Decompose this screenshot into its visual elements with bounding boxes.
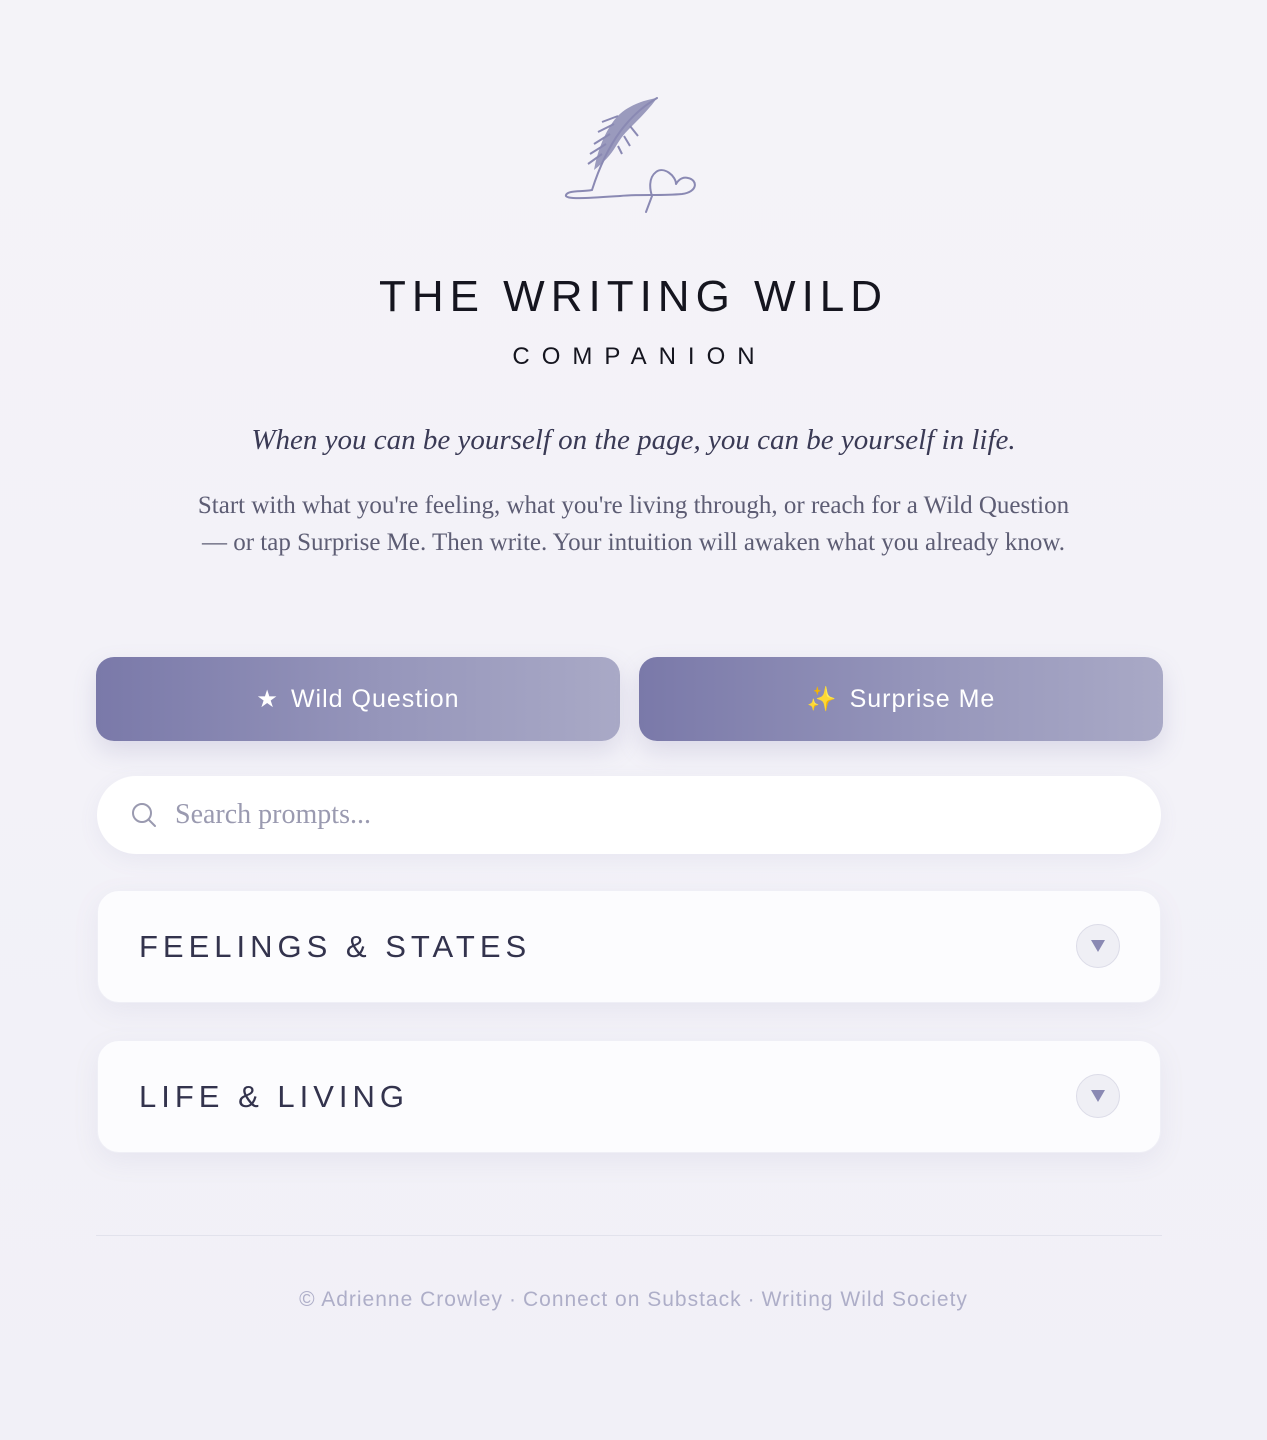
category-feelings-states[interactable]: FEELINGS & STATES bbox=[97, 890, 1161, 1003]
footer-separator: · bbox=[508, 1288, 517, 1311]
app-title: THE WRITING WILD bbox=[378, 272, 889, 321]
star-icon: ★ bbox=[256, 685, 279, 713]
substack-link[interactable]: Connect on Substack bbox=[523, 1288, 742, 1311]
chevron-down-icon[interactable] bbox=[1076, 924, 1120, 968]
wild-question-label: Wild Question bbox=[290, 684, 460, 713]
copyright-text: © Adrienne Crowley bbox=[299, 1288, 503, 1311]
surprise-me-label: Surprise Me bbox=[849, 684, 996, 713]
footer: © Adrienne Crowley · Connect on Substack · W… bbox=[0, 1284, 1267, 1316]
chevron-down-icon[interactable] bbox=[1076, 1074, 1120, 1118]
tagline: When you can be yourself on the page, yo… bbox=[251, 424, 1016, 456]
wild-question-button[interactable]: ★ Wild Question bbox=[96, 657, 620, 741]
app-subtitle: COMPANION bbox=[512, 343, 767, 370]
search-input[interactable] bbox=[175, 776, 1135, 854]
page: THE WRITING WILD COMPANION When you can … bbox=[0, 0, 1267, 1440]
search-icon bbox=[132, 803, 156, 827]
category-life-living[interactable]: LIFE & LIVING bbox=[97, 1040, 1161, 1153]
category-label: LIFE & LIVING bbox=[139, 1079, 410, 1114]
society-link[interactable]: Writing Wild Society bbox=[762, 1288, 968, 1311]
sparkles-icon: ✨ bbox=[806, 685, 838, 713]
footer-separator: · bbox=[747, 1288, 756, 1311]
search-bar bbox=[97, 776, 1161, 854]
feather-heart-logo-icon bbox=[564, 97, 696, 213]
intro-text: Start with what you're feeling, what you… bbox=[197, 492, 1070, 556]
category-label: FEELINGS & STATES bbox=[139, 929, 532, 964]
surprise-me-button[interactable]: ✨ Surprise Me bbox=[639, 657, 1163, 741]
footer-divider bbox=[96, 1235, 1162, 1236]
